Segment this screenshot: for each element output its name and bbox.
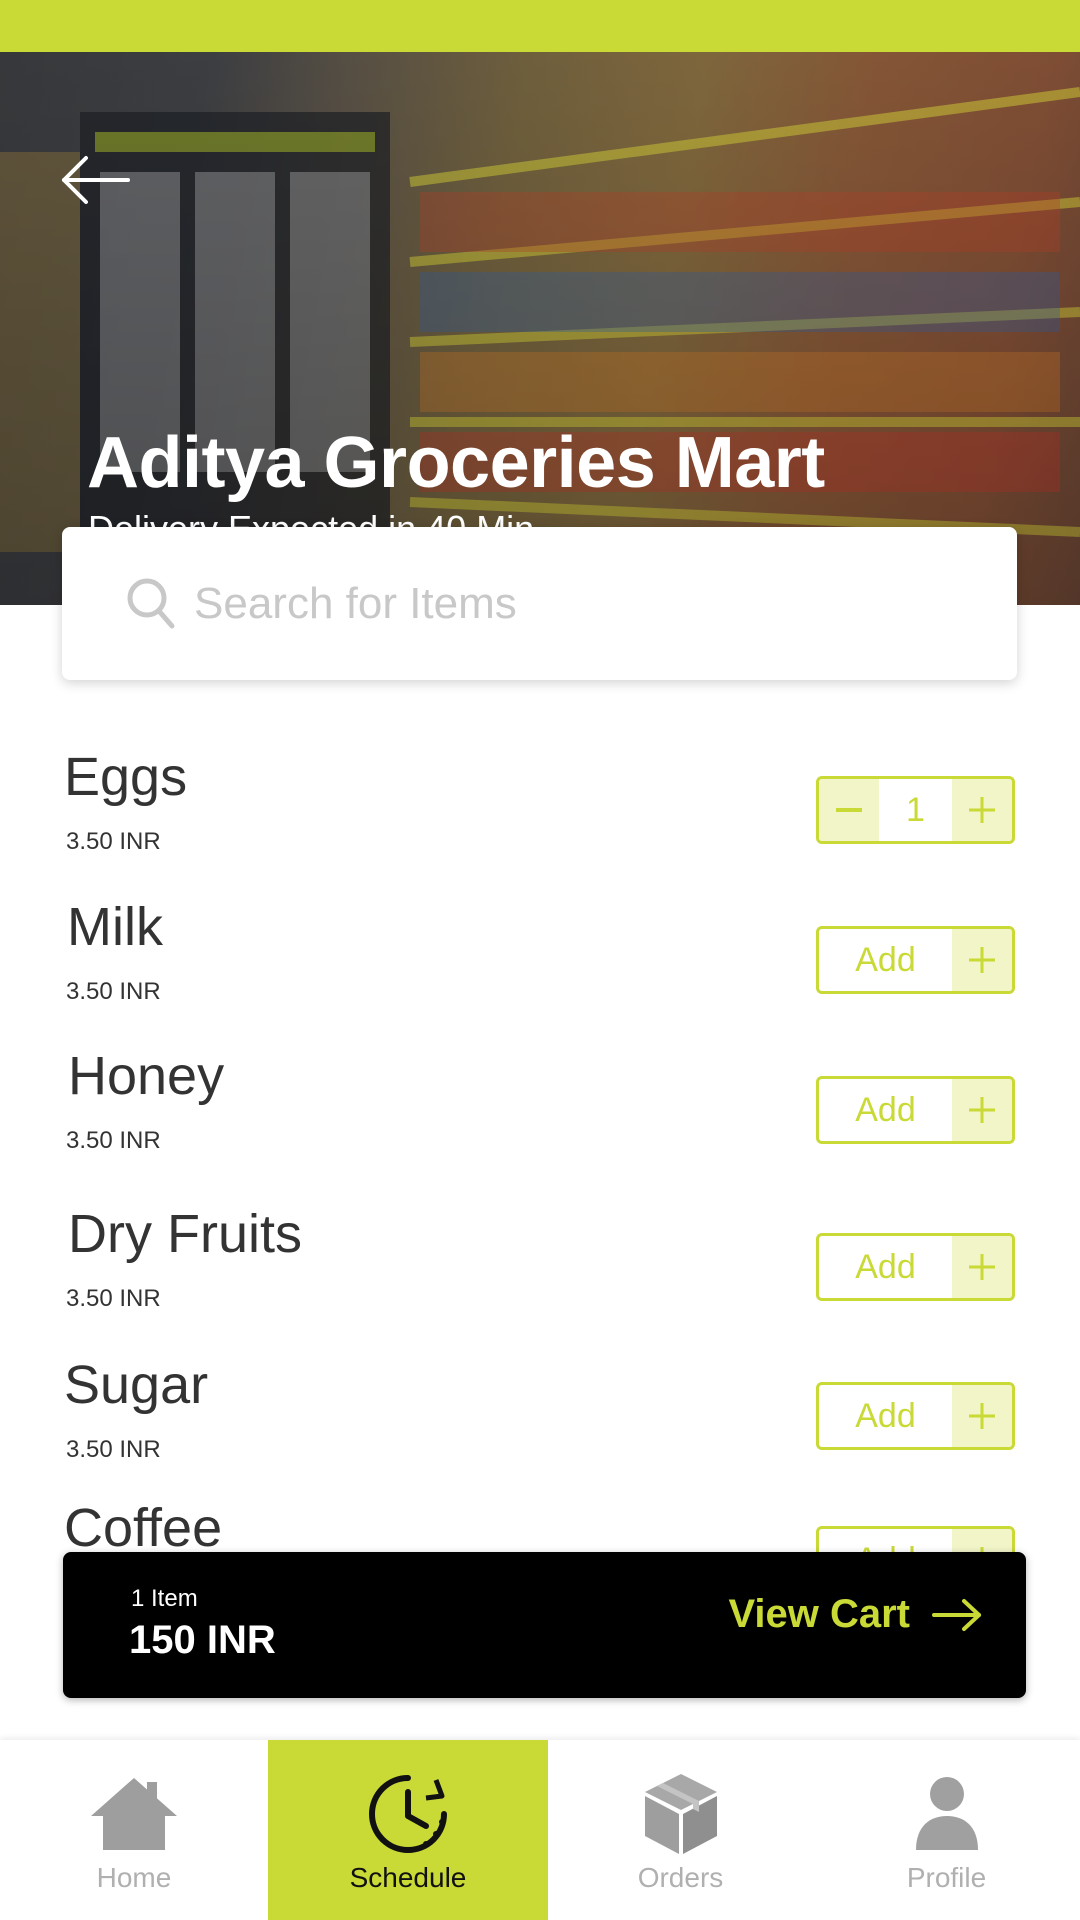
arrow-left-icon (62, 156, 130, 204)
store-banner: Aditya Groceries Mart Delivery Expected … (0, 52, 1080, 605)
search-input[interactable] (194, 578, 954, 629)
list-item: Eggs 3.50 INR 1 (0, 746, 1080, 876)
nav-schedule[interactable]: Schedule (268, 1740, 548, 1920)
increment-button[interactable] (952, 1079, 1012, 1141)
item-price: 3.50 INR (66, 1436, 161, 1463)
list-item: Dry Fruits 3.50 INR Add (0, 1203, 1080, 1333)
nav-label: Home (96, 1862, 172, 1893)
view-cart-label: View Cart (728, 1592, 910, 1636)
increment-button[interactable] (952, 929, 1012, 991)
item-name: Coffee (64, 1498, 223, 1558)
bottom-navigation: Home Schedule Orders Profile (0, 1740, 1080, 1920)
person-icon (915, 1777, 978, 1850)
add-label[interactable]: Add (819, 1385, 952, 1447)
add-button[interactable]: Add (816, 1382, 1015, 1450)
quantity-value: 1 (906, 790, 925, 829)
list-item: Sugar 3.50 INR Add (0, 1354, 1080, 1484)
search-icon (127, 578, 175, 628)
item-name: Dry Fruits (68, 1204, 302, 1264)
back-button[interactable] (60, 152, 132, 208)
cart-total: 150 INR (129, 1618, 276, 1662)
plus-icon (969, 947, 995, 973)
box-icon (644, 1774, 717, 1854)
plus-icon (969, 1097, 995, 1123)
add-label[interactable]: Add (819, 929, 952, 991)
home-icon (91, 1778, 177, 1850)
plus-icon (969, 1254, 995, 1280)
item-price: 3.50 INR (66, 978, 161, 1005)
search-bar[interactable] (62, 527, 1017, 680)
nav-label: Orders (637, 1862, 724, 1893)
increment-button[interactable] (952, 1385, 1012, 1447)
increment-button[interactable] (952, 1236, 1012, 1298)
cart-item-count: 1 Item (131, 1585, 198, 1612)
increment-button[interactable] (952, 779, 1012, 841)
list-item: Honey 3.50 INR Add (0, 1045, 1080, 1175)
view-cart-button[interactable]: View Cart (728, 1592, 982, 1637)
item-name: Honey (68, 1046, 225, 1106)
quantity-stepper[interactable]: 1 (816, 776, 1015, 844)
add-label[interactable]: Add (819, 1236, 952, 1298)
minus-icon (836, 808, 862, 812)
nav-label: Schedule (349, 1862, 467, 1893)
add-button[interactable]: Add (816, 926, 1015, 994)
nav-label: Profile (906, 1862, 987, 1893)
add-button[interactable]: Add (816, 1076, 1015, 1144)
item-name: Milk (67, 897, 163, 957)
decrement-button[interactable] (819, 779, 879, 841)
item-name: Eggs (64, 747, 188, 807)
item-price: 3.50 INR (66, 1127, 161, 1154)
item-name: Sugar (64, 1355, 209, 1415)
list-item: Milk 3.50 INR Add (0, 896, 1080, 1026)
store-title: Aditya Groceries Mart (87, 423, 825, 503)
nav-orders[interactable]: Orders (548, 1740, 813, 1920)
item-price: 3.50 INR (66, 828, 161, 855)
cart-summary-bar[interactable]: 1 Item 150 INR View Cart (63, 1552, 1026, 1698)
plus-icon (969, 1403, 995, 1429)
nav-profile[interactable]: Profile (813, 1740, 1080, 1920)
add-label[interactable]: Add (819, 1079, 952, 1141)
arrow-right-icon (932, 1598, 981, 1631)
clock-icon (369, 1775, 447, 1853)
status-bar (0, 0, 1080, 52)
item-price: 3.50 INR (66, 1285, 161, 1312)
nav-home[interactable]: Home (0, 1740, 268, 1920)
plus-icon (969, 797, 995, 823)
add-button[interactable]: Add (816, 1233, 1015, 1301)
